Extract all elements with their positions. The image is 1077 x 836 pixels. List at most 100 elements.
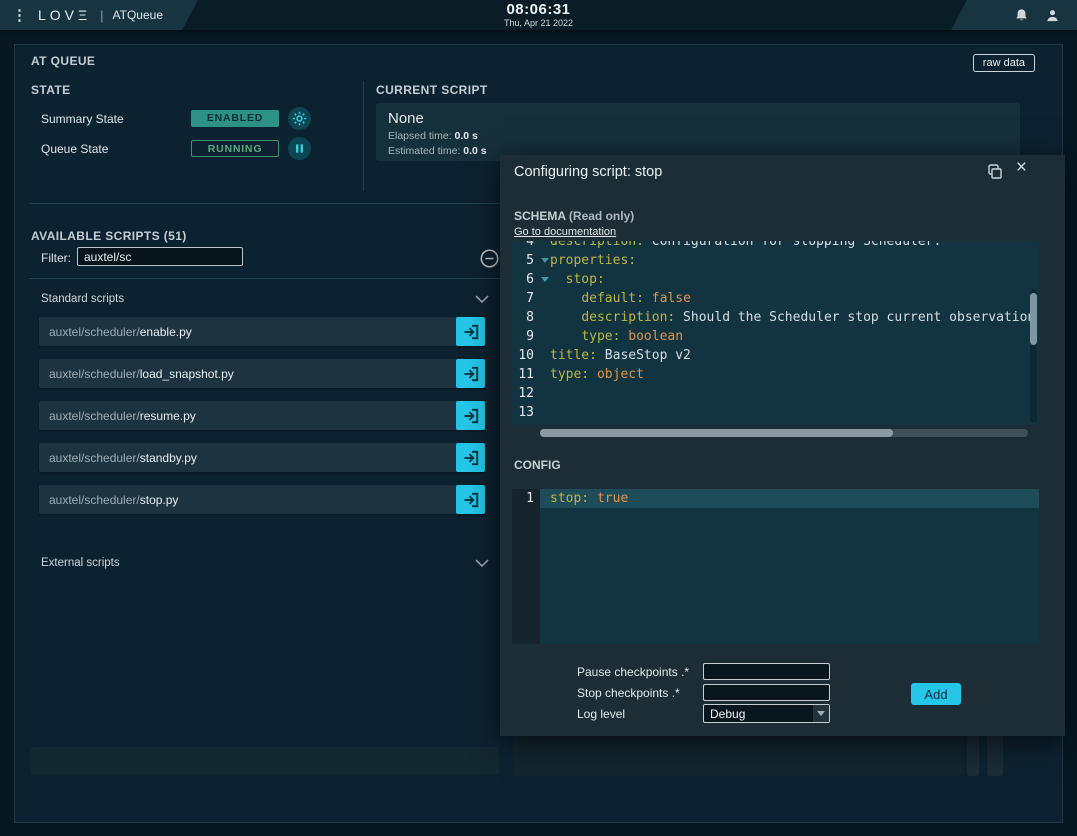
config-editor[interactable]: 1 stop: true (512, 489, 1039, 644)
summary-state-label: Summary State (41, 112, 191, 126)
clock-date: Thu, Apr 21 2022 (504, 18, 573, 28)
filter-input[interactable] (77, 247, 243, 266)
external-scripts-toggle[interactable] (475, 559, 489, 568)
chevron-down-icon (475, 559, 489, 568)
script-row: auxtel/scheduler/resume.py (39, 401, 485, 430)
schema-vertical-scrollbar[interactable] (1030, 289, 1037, 423)
line-number: 12 (512, 384, 540, 403)
code-line: 8 description: Should the Scheduler stop… (512, 308, 1039, 327)
scrollbar-thumb[interactable] (540, 429, 893, 437)
code-line: 12 (512, 384, 1039, 403)
section-divider (29, 278, 502, 279)
code-text: description: Should the Scheduler stop c… (550, 308, 1039, 327)
script-path: auxtel/scheduler/enable.py (39, 325, 456, 339)
elapsed-time-label: Elapsed time: (388, 130, 452, 142)
launch-script-button[interactable] (456, 401, 485, 430)
line-number: 6 (512, 270, 540, 289)
notifications-bell-icon[interactable] (1014, 8, 1029, 23)
fold-gutter (540, 365, 550, 384)
collapse-available-scripts-button[interactable] (479, 248, 499, 268)
fold-marker-icon[interactable] (540, 251, 550, 270)
launch-script-button[interactable] (456, 317, 485, 346)
code-text: description: Configuration for stopping … (550, 241, 1039, 251)
script-path: auxtel/scheduler/stop.py (39, 493, 456, 507)
configure-script-modal: Configuring script: stop × SCHEMA (Read … (500, 155, 1065, 736)
line-number: 9 (512, 327, 540, 346)
summary-state-gear-button[interactable] (288, 107, 311, 130)
documentation-link[interactable]: Go to documentation (514, 226, 616, 238)
code-line: 1 stop: true (512, 489, 1039, 508)
topbar-left-section: ⋮ LOVΞ | ATQueue (0, 0, 198, 30)
schema-readonly-note: (Read only) (569, 209, 634, 223)
code-text: title: BaseStop v2 (550, 346, 1039, 365)
background-scrollbar[interactable] (967, 731, 979, 776)
gear-icon (292, 111, 307, 126)
launch-script-button[interactable] (456, 443, 485, 472)
schema-editor[interactable]: 4 description: Configuration for stopping… (512, 241, 1039, 425)
line-number: 13 (512, 403, 540, 422)
current-script-name: None (388, 110, 1008, 127)
launch-script-icon (463, 450, 479, 466)
script-row: auxtel/scheduler/standby.py (39, 443, 485, 472)
schema-title: SCHEMA (514, 209, 566, 223)
panel-title: AT QUEUE (31, 54, 95, 68)
standard-scripts-label: Standard scripts (41, 293, 124, 305)
scrollbar-thumb[interactable] (1030, 293, 1037, 345)
queue-state-badge: RUNNING (191, 140, 279, 157)
script-path: auxtel/scheduler/resume.py (39, 409, 456, 423)
line-number: 11 (512, 365, 540, 384)
add-button[interactable]: Add (911, 683, 961, 705)
elapsed-time: Elapsed time: 0.0 s (388, 130, 1008, 142)
code-line: 6 stop: (512, 270, 1039, 289)
launch-script-button[interactable] (456, 485, 485, 514)
log-level-select[interactable]: Debug (703, 704, 830, 723)
background-panel (31, 747, 499, 775)
line-number: 7 (512, 289, 540, 308)
schema-horizontal-scrollbar[interactable] (540, 429, 1028, 437)
pause-checkpoints-input[interactable] (703, 663, 830, 680)
script-path: auxtel/scheduler/standby.py (39, 451, 456, 465)
code-text (550, 403, 1039, 422)
filter-label: Filter: (41, 251, 71, 265)
config-heading: CONFIG (514, 458, 561, 472)
summary-state-badge: ENABLED (191, 110, 279, 127)
menu-icon[interactable]: ⋮ (10, 6, 29, 24)
close-icon[interactable]: × (1016, 157, 1027, 179)
stop-checkpoints-input[interactable] (703, 684, 830, 701)
fold-marker-icon[interactable] (540, 270, 550, 289)
user-account-icon[interactable] (1045, 8, 1060, 23)
available-scripts-heading: AVAILABLE SCRIPTS (51) (31, 229, 187, 243)
code-line: 7 default: false (512, 289, 1039, 308)
elapsed-time-value: 0.0 s (455, 130, 478, 142)
topbar-right-section (951, 0, 1077, 30)
launch-script-icon (463, 408, 479, 424)
code-text: stop: true (550, 489, 1039, 508)
launch-script-button[interactable] (456, 359, 485, 388)
code-line: 5properties: (512, 251, 1039, 270)
fold-gutter (540, 327, 550, 346)
fold-gutter (540, 289, 550, 308)
schema-heading: SCHEMA (Read only) (514, 209, 634, 223)
pause-queue-button[interactable] (288, 137, 311, 160)
standard-scripts-toggle[interactable] (475, 295, 489, 304)
atqueue-screen: ⋮ LOVΞ | ATQueue 08:06:31 Thu, Apr 21 20… (0, 0, 1077, 836)
script-row: auxtel/scheduler/load_snapshot.py (39, 359, 485, 388)
queue-state-row: Queue State RUNNING (41, 137, 311, 160)
line-number: 1 (512, 489, 540, 508)
copy-button[interactable] (987, 164, 1003, 180)
script-row: auxtel/scheduler/stop.py (39, 485, 485, 514)
love-logo: LOVΞ (38, 7, 91, 23)
copy-icon (987, 164, 1003, 180)
line-number: 4 (512, 241, 540, 251)
current-script-card: None Elapsed time: 0.0 s Estimated time:… (376, 103, 1020, 161)
script-path: auxtel/scheduler/load_snapshot.py (39, 367, 456, 381)
pause-checkpoints-row: Pause checkpoints .* (500, 663, 1065, 680)
standard-scripts-list: auxtel/scheduler/enable.py auxtel/schedul… (39, 317, 485, 527)
raw-data-button[interactable]: raw data (973, 54, 1035, 72)
top-bar: ⋮ LOVΞ | ATQueue 08:06:31 Thu, Apr 21 20… (0, 0, 1077, 30)
logo-separator: | (100, 8, 103, 23)
fold-gutter (540, 489, 550, 508)
line-number: 5 (512, 251, 540, 270)
pause-icon (293, 142, 306, 155)
line-number: 8 (512, 308, 540, 327)
